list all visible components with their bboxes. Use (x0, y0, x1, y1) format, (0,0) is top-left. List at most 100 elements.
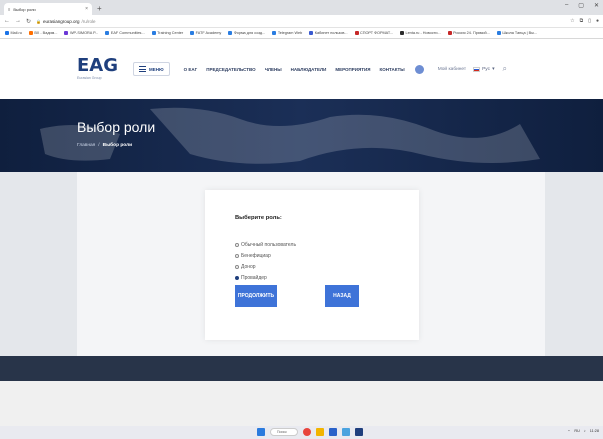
role-option-label: Бенефициар (241, 253, 271, 259)
bookmark-item[interactable]: Training Center (151, 31, 184, 35)
bookmark-favicon-icon (447, 31, 452, 35)
chrome-icon[interactable] (303, 428, 311, 436)
bookmark-item[interactable]: Форма для созд... (228, 31, 265, 35)
bookmark-label: СПОРТ ФОРМАТ... (360, 31, 393, 35)
bookmark-item[interactable]: Lenta.ru - Новости... (399, 31, 441, 35)
site-logo[interactable]: EAG Eurasian Group (77, 55, 119, 81)
system-tray: ⌃ RU ♪ 11:28 (567, 429, 599, 434)
logo-subtitle: Eurasian Group (77, 76, 102, 80)
site-header: EAG Eurasian Group МЕНЮ О ЕАГ ПРЕДСЕДАТЕ… (0, 39, 603, 99)
tab-close-icon[interactable]: × (85, 6, 88, 12)
bookmark-item[interactable]: Россия 24. Прямой... (447, 31, 490, 35)
reload-icon[interactable]: ↻ (26, 18, 31, 25)
bookmark-item[interactable]: FATF Academy (190, 31, 221, 35)
role-option-label: Донор (241, 264, 256, 270)
bookmark-item[interactable]: Telegram Web (272, 31, 302, 35)
lock-icon: 🔒 (36, 18, 42, 24)
bookmark-item[interactable]: ВХ - Вадим... (28, 31, 58, 35)
file-explorer-icon[interactable] (316, 428, 324, 436)
bookmark-label: Lenta.ru - Новости... (405, 31, 441, 35)
language-selector[interactable]: Рус ▾ (473, 66, 495, 72)
radio-icon (235, 243, 239, 247)
globe-icon[interactable] (414, 64, 424, 74)
bookmark-label: Training Center (157, 31, 184, 35)
tab-favicon-icon: ≡ (8, 6, 11, 12)
close-window-icon[interactable]: ✕ (594, 2, 599, 9)
windows-start-icon[interactable] (257, 428, 265, 436)
bookmark-label: EAF Communities... (110, 31, 145, 35)
bookmark-favicon-icon (309, 31, 314, 35)
role-option-donor[interactable]: Донор (235, 264, 256, 270)
radio-icon (235, 265, 239, 269)
role-option-label: Обычный пользователь (241, 242, 297, 248)
profile-icon[interactable]: ● (596, 18, 599, 24)
tab-title: Выбор роли (13, 6, 36, 12)
nav-item-contacts[interactable]: КОНТАКТЫ (379, 67, 404, 72)
chevron-down-icon: ▾ (492, 66, 495, 72)
tray-language[interactable]: RU (574, 429, 579, 434)
bookmark-item[interactable]: СПОРТ ФОРМАТ... (354, 31, 393, 35)
clock[interactable]: 11:28 (590, 429, 599, 434)
wifi-icon[interactable]: ⌃ (567, 429, 570, 434)
taskbar-search[interactable]: Поиск (270, 428, 298, 436)
bookmark-label: Mail.ru (10, 31, 22, 35)
menu-button[interactable]: МЕНЮ (133, 62, 170, 76)
bookmark-item[interactable]: WP-SIMORA P... (64, 31, 98, 35)
right-margin (545, 172, 603, 356)
browser-tab[interactable]: ≡ Выбор роли × (4, 3, 92, 15)
new-tab-icon[interactable]: + (97, 3, 102, 15)
bookmark-favicon-icon (151, 31, 156, 35)
search-icon[interactable]: ⌕ (502, 64, 506, 74)
sidebar-icon[interactable]: ▯ (588, 18, 591, 24)
main-nav: О ЕАГ ПРЕДСЕДАТЕЛЬСТВО ЧЛЕНЫ НАБЛЮДАТЕЛИ… (184, 67, 405, 72)
forward-arrow-icon[interactable]: → (15, 18, 21, 24)
breadcrumb-current: Выбор роли (102, 143, 133, 148)
window-controls: – ▢ ✕ (565, 2, 599, 9)
main-content: Выберите роль: Обычный пользователь Бене… (0, 172, 603, 356)
russia-flag-icon (473, 66, 481, 72)
url-path: /ru/role (81, 18, 96, 24)
bookmark-favicon-icon (272, 31, 277, 35)
role-option-beneficiary[interactable]: Бенефициар (235, 253, 271, 259)
minimize-icon[interactable]: – (565, 2, 568, 9)
nav-item-members[interactable]: ЧЛЕНЫ (265, 67, 282, 72)
telegram-icon[interactable] (342, 428, 350, 436)
nav-item-chairmanship[interactable]: ПРЕДСЕДАТЕЛЬСТВО (206, 67, 255, 72)
back-button[interactable]: НАЗАД (325, 285, 359, 307)
bookmark-favicon-icon (228, 31, 233, 35)
left-margin (0, 172, 77, 356)
bookmark-item[interactable]: Кабинет пользов... (309, 31, 348, 35)
url-host: eurasiangroup.org (43, 18, 80, 24)
bookmark-label: ВХ - Вадим... (34, 31, 58, 35)
word-icon[interactable] (329, 428, 337, 436)
role-option-provider[interactable]: Провайдер (235, 275, 267, 281)
bookmark-label: Школа Танца | Вы... (502, 31, 538, 35)
volume-icon[interactable]: ♪ (584, 429, 586, 434)
role-option-regular-user[interactable]: Обычный пользователь (235, 242, 296, 248)
bookmark-star-icon[interactable]: ☆ (570, 18, 574, 24)
maximize-icon[interactable]: ▢ (578, 2, 584, 9)
windows-taskbar: Поиск ⌃ RU ♪ 11:28 (0, 426, 603, 439)
my-cabinet-link[interactable]: Мой кабинет (438, 67, 466, 72)
breadcrumb-home[interactable]: Главная (77, 143, 95, 148)
hamburger-icon (139, 66, 146, 72)
url-field[interactable]: 🔒 eurasiangroup.org /ru/role (36, 19, 565, 24)
bookmark-item[interactable]: Mail.ru (5, 31, 22, 35)
browser-tab-bar: ≡ Выбор роли × + – ▢ ✕ (0, 0, 603, 15)
extensions-icon[interactable]: ⧉ (580, 18, 584, 24)
logo-mark: EAG (77, 55, 119, 76)
continue-button[interactable]: ПРОДОЛЖИТЬ (235, 285, 277, 307)
bookmark-item[interactable]: Школа Танца | Вы... (496, 31, 538, 35)
app-icon[interactable] (355, 428, 363, 436)
bookmark-item[interactable]: EAF Communities... (105, 31, 145, 35)
nav-item-observers[interactable]: НАБЛЮДАТЕЛИ (291, 67, 327, 72)
radio-icon (235, 254, 239, 258)
nav-item-events[interactable]: МЕРОПРИЯТИЯ (335, 67, 370, 72)
bookmark-label: Форма для созд... (233, 31, 266, 35)
menu-label: МЕНЮ (149, 66, 164, 72)
bookmark-favicon-icon (354, 31, 359, 35)
back-arrow-icon[interactable]: ← (4, 18, 10, 24)
hero-banner: Выбор роли Главная / Выбор роли (0, 99, 603, 172)
bookmark-label: Россия 24. Прямой... (453, 31, 490, 35)
nav-item-about[interactable]: О ЕАГ (184, 67, 198, 72)
